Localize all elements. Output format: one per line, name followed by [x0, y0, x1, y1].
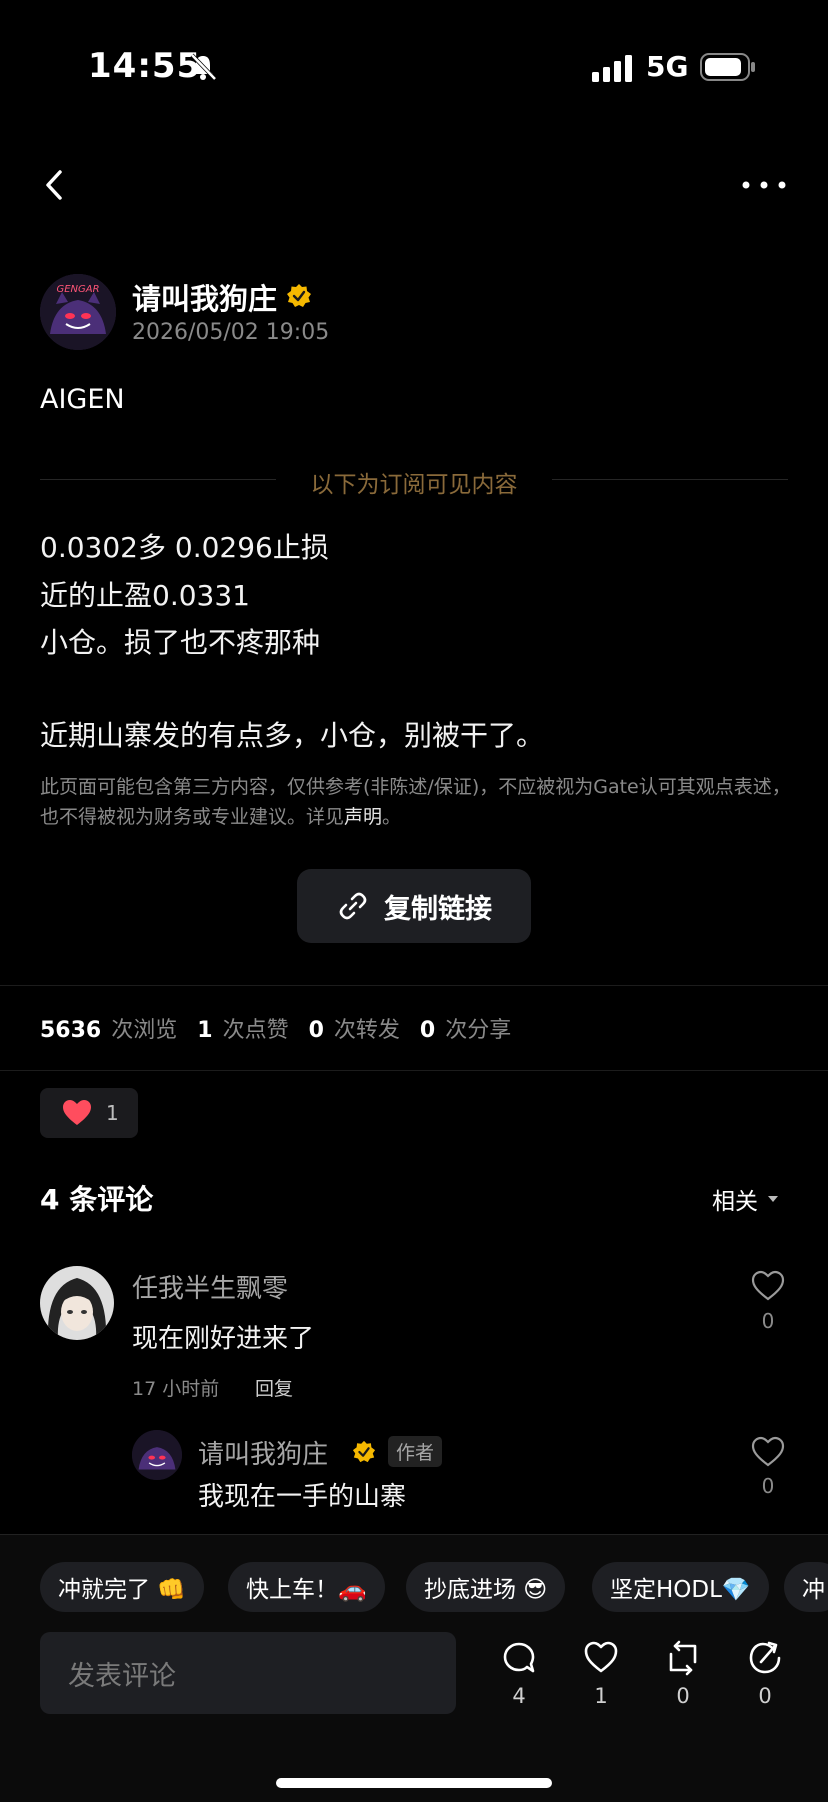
status-time: 14:55 [88, 46, 202, 86]
comment-author[interactable]: 任我半生飘零 [132, 1268, 288, 1305]
author-tag: 作者 [388, 1436, 443, 1467]
post-title: AIGEN [40, 384, 125, 415]
copy-link-label: 复制链接 [384, 893, 492, 925]
post-line-1: 0.0302多 0.0296止损 [40, 531, 329, 564]
post-stats: 5636 次浏览 1 次点赞 0 次转发 0 次分享 [40, 1012, 531, 1044]
home-indicator [276, 1778, 552, 1788]
link-icon [339, 892, 367, 920]
battery-icon [700, 53, 755, 81]
post-line-3: 小仓。损了也不疼那种 [40, 626, 321, 659]
author-avatar[interactable]: GENGAR [40, 274, 116, 350]
reply-like-count: 0 [761, 1474, 775, 1498]
comments-action-count: 4 [512, 1684, 526, 1708]
disclaimer: 此页面可能包含第三方内容，仅供参考(非陈述/保证)，不应被视为Gate认可其观点… [40, 772, 792, 832]
disclaimer-text: 此页面可能包含第三方内容，仅供参考(非陈述/保证)，不应被视为Gate认可其观点… [40, 776, 791, 828]
comments-header: 4 条评论 [40, 1183, 154, 1216]
reply-text: 我现在一手的山寨 [198, 1482, 407, 1512]
comment-avatar[interactable] [40, 1266, 114, 1340]
more-icon[interactable] [740, 170, 788, 200]
comment-icon [503, 1642, 535, 1673]
share-icon [749, 1641, 781, 1674]
reply-like-icon[interactable] [751, 1436, 785, 1468]
quick-reply-4[interactable]: 坚定HODL💎 [592, 1562, 769, 1612]
post-line-2: 近的止盈0.0331 [40, 579, 250, 612]
likes-count: 1 [197, 1018, 213, 1043]
comment-time: 17 小时前 [132, 1378, 220, 1400]
reaction-chip[interactable]: 1 [40, 1088, 138, 1138]
share-action[interactable]: 0 [735, 1640, 795, 1708]
likes-label: 次点赞 [222, 1018, 289, 1043]
views-count: 5636 [40, 1018, 102, 1043]
sort-label: 相关 [712, 1189, 758, 1215]
post-line-4: 近期山寨发的有点多，小仓，别被干了。 [40, 719, 545, 752]
reply-verified-icon [352, 1440, 376, 1463]
shares-label: 次分享 [445, 1018, 512, 1043]
comment-like-count: 0 [761, 1309, 775, 1333]
quick-reply-1[interactable]: 冲就完了 👊 [40, 1562, 204, 1612]
section-divider [0, 985, 828, 986]
subscribe-label: 以下为订阅可见内容 [310, 472, 518, 498]
like-action-count: 1 [594, 1684, 608, 1708]
quick-reply-5[interactable]: 冲 [784, 1562, 828, 1612]
copy-link-button[interactable]: 复制链接 [297, 869, 531, 943]
like-action[interactable]: 1 [571, 1640, 631, 1708]
reply-avatar[interactable] [132, 1430, 182, 1480]
chevron-down-icon [768, 1196, 778, 1202]
quick-reply-3[interactable]: 抄底进场 😎 [406, 1562, 566, 1612]
network-label: 5G [646, 50, 689, 83]
comment-like-icon[interactable] [751, 1270, 785, 1302]
comment-text: 现在刚好进来了 [132, 1324, 315, 1354]
comment-input[interactable]: 发表评论 [40, 1632, 456, 1714]
author-name[interactable]: 请叫我狗庄 [132, 276, 277, 318]
section-divider-2 [0, 1070, 828, 1071]
views-label: 次浏览 [111, 1018, 178, 1043]
heart-icon [63, 1100, 91, 1125]
shares-count: 0 [419, 1018, 436, 1043]
reply-button[interactable]: 回复 [255, 1374, 293, 1401]
quick-reply-2[interactable]: 快上车！🚗 [228, 1562, 385, 1612]
repost-action-count: 0 [676, 1684, 690, 1708]
bell-slash-icon [190, 53, 217, 81]
reply-author[interactable]: 请叫我狗庄 [198, 1434, 328, 1471]
signal-icon [592, 55, 632, 82]
svg-text:GENGAR: GENGAR [56, 284, 99, 295]
back-icon[interactable] [36, 160, 76, 210]
reposts-label: 次转发 [333, 1018, 400, 1043]
reposts-count: 0 [308, 1018, 324, 1043]
post-timestamp: 2026/05/02 19:05 [132, 320, 330, 345]
divider-right [552, 479, 788, 480]
disclaimer-end: 。 [382, 806, 402, 828]
verified-icon [287, 284, 311, 307]
disclaimer-link[interactable]: 声明 [344, 806, 382, 828]
comments-action[interactable]: 4 [489, 1640, 549, 1708]
sort-dropdown[interactable]: 相关 [712, 1182, 780, 1216]
heart-outline-icon [584, 1641, 618, 1673]
reaction-count: 1 [106, 1101, 119, 1125]
share-action-count: 0 [758, 1684, 772, 1708]
repost-action[interactable]: 0 [653, 1640, 713, 1708]
repost-icon [669, 1640, 697, 1676]
